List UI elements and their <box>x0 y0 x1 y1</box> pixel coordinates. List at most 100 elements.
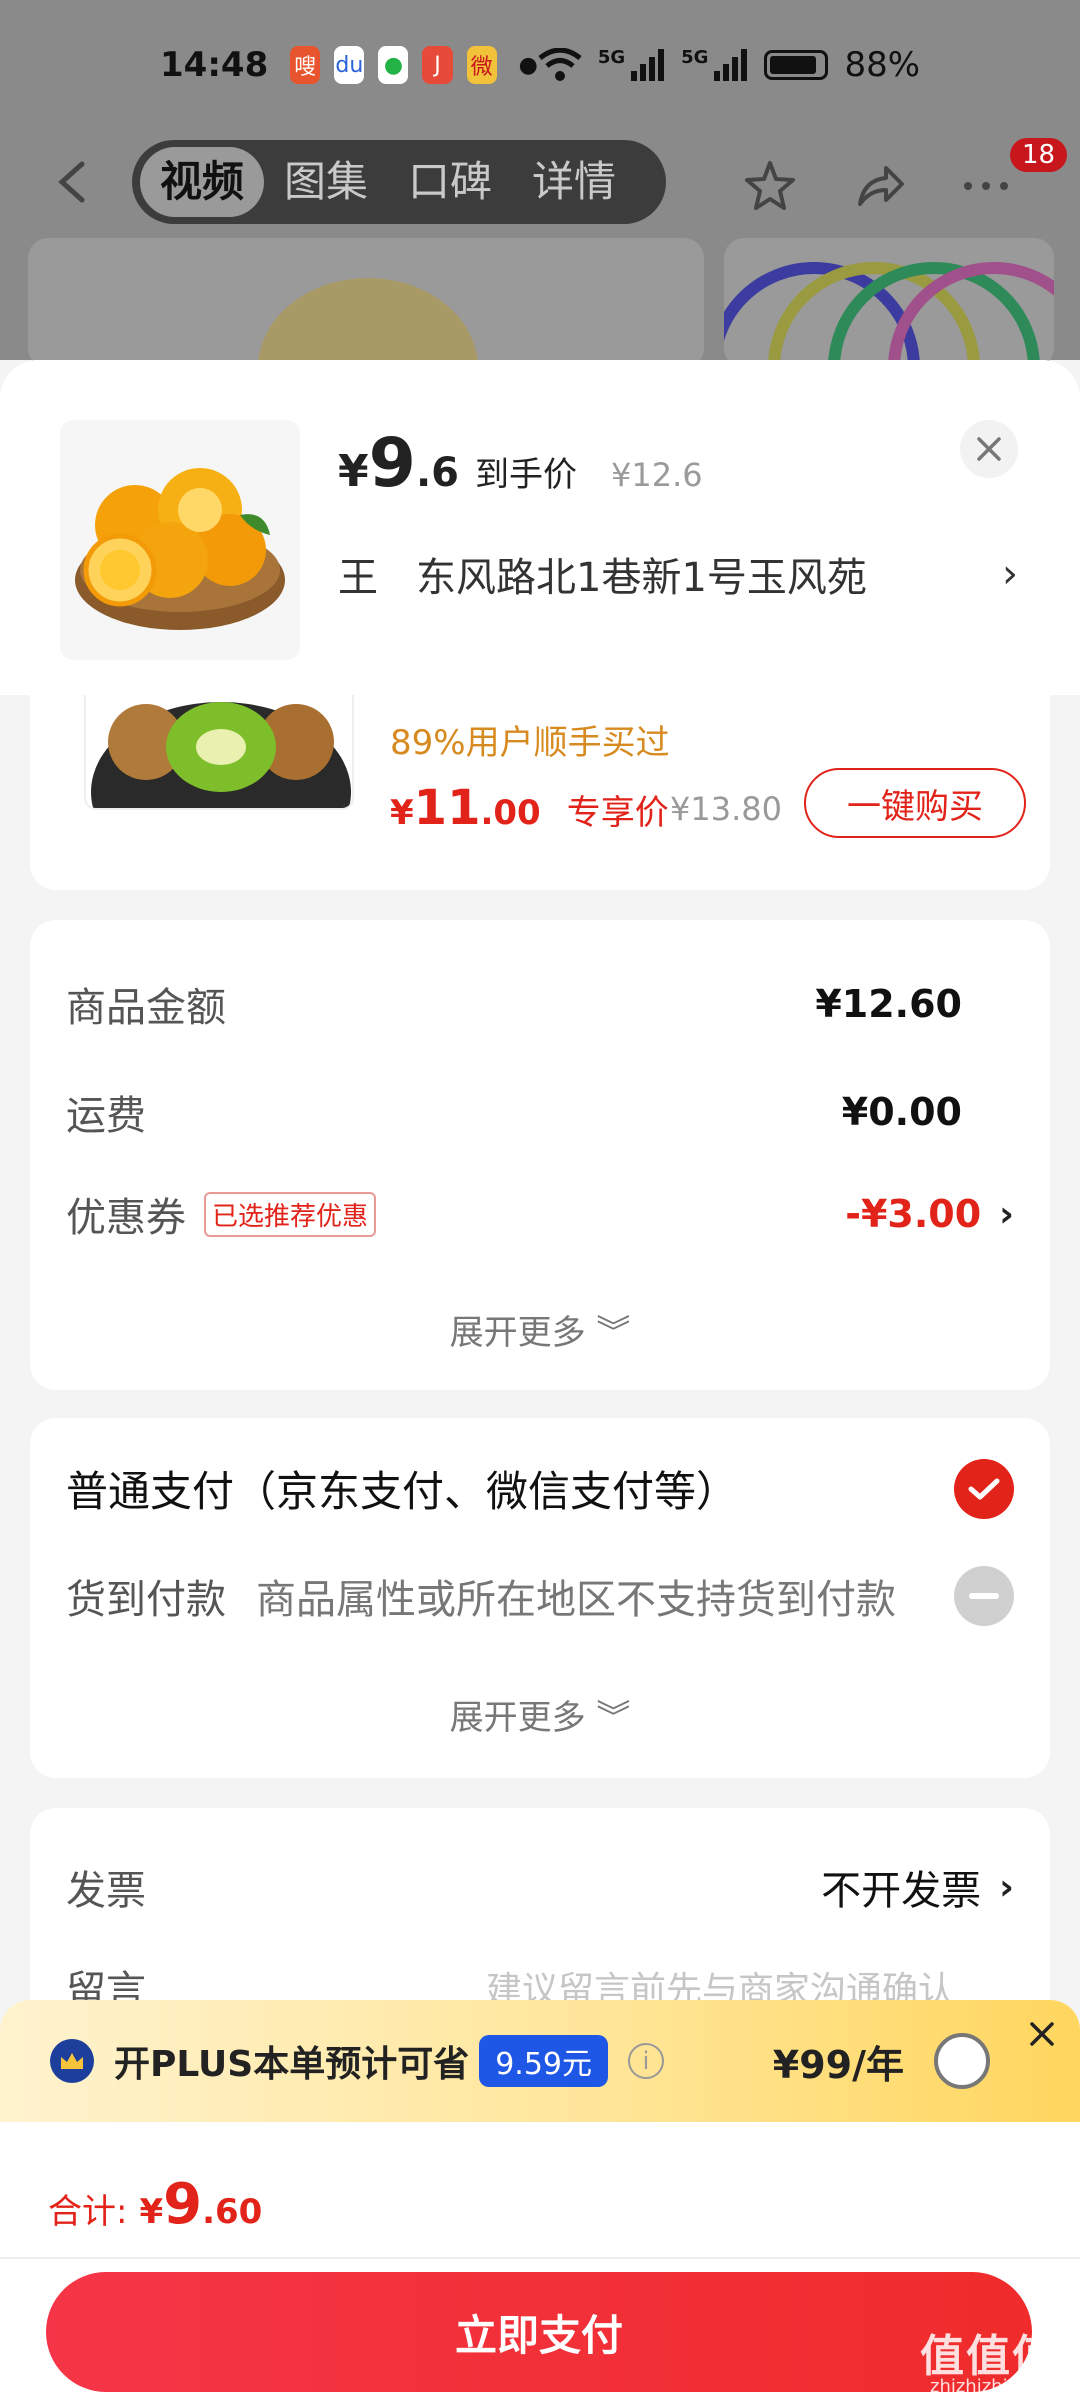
signal-icon <box>631 49 665 81</box>
original-price: ¥12.6 <box>610 456 703 494</box>
chevron-down-icon: ︾ <box>596 1698 631 1738</box>
expand-more-payment[interactable]: 展开更多 ︾ <box>30 1690 1050 1739</box>
battery-icon <box>764 50 829 80</box>
address-row[interactable]: 王 东风路北1巷新1号玉风苑 › <box>338 545 1018 603</box>
minus-icon <box>969 1593 999 1599</box>
media-tabs: 视频 图集 口碑 详情 <box>132 140 666 224</box>
status-time: 14:48 <box>160 45 269 85</box>
battery-percent: 88% <box>844 45 921 85</box>
total-currency: ¥ <box>139 2192 164 2232</box>
invoice-value: 不开发票 <box>821 1868 982 1914</box>
rec-price-currency: ¥ <box>390 793 414 833</box>
coupon-value: -¥3.00 <box>845 1192 982 1236</box>
shipping-label: 运费 <box>66 1093 146 1139</box>
rec-price-decimal: .00 <box>480 793 541 833</box>
plus-saving-badge: 9.59元 <box>479 2035 608 2087</box>
rec-original-price: ¥13.80 <box>670 790 782 828</box>
address-detail: 东风路北1巷新1号玉风苑 <box>416 555 867 601</box>
payment-card: 普通支付（京东支付、微信支付等） 货到付款 商品属性或所在地区不支持货到付款 展… <box>30 1418 1050 1778</box>
price-tag: 到手价 <box>474 455 577 495</box>
background-product-card <box>28 238 704 458</box>
goods-amount-label: 商品金额 <box>66 985 226 1031</box>
weibo-icon: 微 <box>466 46 497 84</box>
shipping-value: ¥0.00 <box>841 1090 962 1134</box>
jd-icon: J <box>422 46 453 84</box>
notification-badge: 18 <box>1010 138 1068 172</box>
payment-cod-row: 货到付款 商品属性或所在地区不支持货到付款 <box>66 1566 1014 1626</box>
tab-details[interactable]: 详情 <box>512 147 636 217</box>
checkout-sheet: ¥ 9 .6 到手价 ¥12.6 王 东风路北1巷新1号玉风苑 › 89%用户顺… <box>0 360 1080 2400</box>
recommended-price: ¥ 11 .00 专享价 <box>390 780 703 836</box>
close-button[interactable] <box>960 420 1018 478</box>
invoice-row[interactable]: 发票 不开发票 › <box>66 1858 1014 1916</box>
shipping-row: 运费 ¥0.00 <box>66 1083 1014 1141</box>
goods-amount-value: ¥12.60 <box>815 982 962 1026</box>
signal-icon-2 <box>714 49 748 81</box>
payment-cod-label: 货到付款 <box>66 1577 226 1623</box>
watermark-logo: 值值值 <box>920 2331 1058 2382</box>
background-rings-image <box>724 262 1054 368</box>
baidu-icon: du <box>334 46 365 84</box>
price-currency: ¥ <box>338 446 369 497</box>
payment-cod-note: 商品属性或所在地区不支持货到付款 <box>256 1577 896 1623</box>
payment-normal-row[interactable]: 普通支付（京东支付、微信支付等） <box>66 1458 1014 1519</box>
expand-label: 展开更多 <box>449 1313 586 1353</box>
product-thumbnail <box>60 420 300 660</box>
coupon-label: 优惠券 <box>66 1195 186 1241</box>
plus-promo-text: 开PLUS本单预计可省 <box>114 2044 470 2085</box>
background-page: 14:48 嗖 du ● J 微 ● 5G 5G 88% 视频 图集 口碑 详情… <box>0 0 1080 458</box>
oranges-image <box>75 468 285 630</box>
amount-card: 商品金额 ¥12.60 运费 ¥0.00 优惠券 已选推荐优惠 -¥3.00 ›… <box>30 920 1050 1390</box>
payment-normal-label: 普通支付（京东支付、微信支付等） <box>66 1467 739 1516</box>
star-icon[interactable] <box>742 158 798 214</box>
goods-amount-row: 商品金额 ¥12.60 <box>66 975 1014 1033</box>
app-notification-icon: 嗖 <box>290 46 321 84</box>
plus-banner-close-button[interactable] <box>1022 2014 1062 2054</box>
plus-promo-banner: 开PLUS本单预计可省 9.59元 i ¥99/年 <box>0 2000 1080 2122</box>
chevron-down-icon: ︾ <box>596 1313 631 1353</box>
chevron-right-icon: › <box>999 1193 1014 1235</box>
price-decimal: .6 <box>415 450 459 496</box>
payment-selected-check[interactable] <box>954 1458 1014 1519</box>
status-bar: 14:48 嗖 du ● J 微 ● 5G 5G 88% <box>0 0 1080 130</box>
expand-label: 展开更多 <box>449 1698 586 1738</box>
one-click-buy-button[interactable]: 一键购买 <box>804 768 1026 838</box>
coupon-row[interactable]: 优惠券 已选推荐优惠 -¥3.00 › <box>66 1185 1014 1243</box>
chevron-right-icon: › <box>1002 551 1018 597</box>
plus-crown-icon <box>50 2039 94 2083</box>
total-decimal: .60 <box>202 2192 263 2232</box>
plus-price: ¥99/年 <box>772 2042 904 2087</box>
more-notifications-icon: ● <box>518 52 538 78</box>
expand-more-amounts[interactable]: 展开更多 ︾ <box>30 1305 1050 1354</box>
top-nav: 视频 图集 口碑 详情 18 <box>0 130 1080 235</box>
product-price: ¥ 9 .6 到手价 ¥12.6 <box>338 430 703 498</box>
wifi-icon <box>538 48 582 81</box>
divider <box>0 2257 1080 2259</box>
invoice-card: 发票 不开发票 › 留言 建议留言前先与商家沟通确认 <box>30 1808 1050 2028</box>
more-icon[interactable] <box>958 158 1014 214</box>
invoice-label: 发票 <box>66 1868 146 1914</box>
tab-video[interactable]: 视频 <box>140 147 265 217</box>
payment-disabled-icon <box>954 1566 1014 1626</box>
close-icon <box>977 437 1001 461</box>
tab-reviews[interactable]: 口碑 <box>388 147 512 217</box>
total-integer: 9 <box>163 2172 203 2237</box>
share-icon[interactable] <box>852 158 908 214</box>
tab-gallery[interactable]: 图集 <box>264 147 388 217</box>
recipient-name: 王 <box>338 555 378 601</box>
signal-label: 5G <box>597 46 626 68</box>
watermark-url: zhizhizhi.com <box>930 2376 1052 2397</box>
bought-together-text: 89%用户顺手买过 <box>390 723 670 763</box>
info-icon[interactable]: i <box>628 2043 664 2079</box>
pay-now-button[interactable]: 立即支付 <box>46 2272 1032 2392</box>
background-product-card-2 <box>724 238 1054 368</box>
sheet-header: ¥ 9 .6 到手价 ¥12.6 王 东风路北1巷新1号玉风苑 › <box>0 360 1080 695</box>
rec-price-integer: 11 <box>413 780 481 836</box>
coupon-tag: 已选推荐优惠 <box>204 1191 377 1237</box>
price-integer: 9 <box>368 424 416 503</box>
close-icon <box>1030 2022 1054 2046</box>
plus-select-radio[interactable] <box>934 2033 990 2089</box>
chevron-right-icon: › <box>999 1866 1014 1908</box>
back-icon[interactable] <box>52 160 92 204</box>
order-total: 合计: ¥ 9 .60 <box>48 2172 262 2237</box>
